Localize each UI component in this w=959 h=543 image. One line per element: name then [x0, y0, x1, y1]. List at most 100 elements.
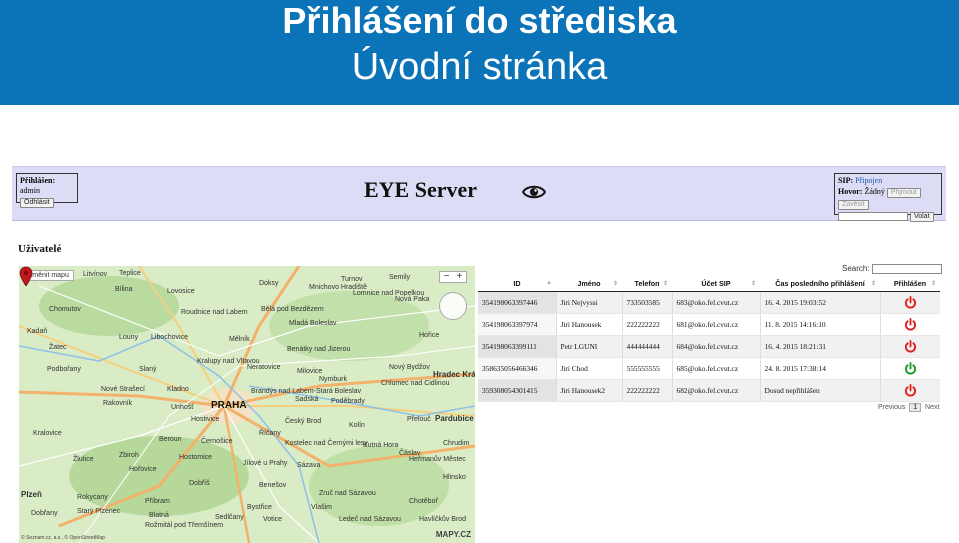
map-label: Dobříš [189, 480, 210, 487]
map-label: Doksy [259, 280, 279, 287]
sort-icon: ⇕ [870, 281, 876, 287]
column-header-label: Účet SIP [701, 279, 731, 289]
column-header-logged-in[interactable]: Přihlášen ⇕ [880, 277, 940, 292]
pager-previous[interactable]: Previous [878, 404, 905, 411]
table-pager: Previous 1 Next [878, 403, 939, 412]
cell-id: 359308054301415 [478, 379, 557, 402]
map-attribution: © Seznam.cz, a.s., © OpenStreetMap [21, 535, 105, 541]
map-label: Bílina [115, 286, 133, 293]
cell-last-login: 11. 8. 2015 14:16:10 [760, 313, 881, 336]
mapy-logo: MAPY.CZ [435, 530, 471, 539]
table-row[interactable]: 354198063397974 Jiri Hanousek 222222222 … [478, 313, 940, 336]
map-roads [19, 266, 475, 543]
map-label: Slaný [139, 366, 157, 373]
map-label: Kutná Hora [363, 442, 399, 449]
cell-name: Petr LGUNI [556, 335, 623, 358]
map-label: Nové Strašecí [101, 386, 145, 393]
table-row[interactable]: 354198063397446 Jiri Nejvyssi 733503585 … [478, 291, 940, 314]
zoom-out-button[interactable]: − [444, 272, 450, 282]
login-label: Přihlášen: [20, 176, 56, 185]
map-label: Starý Plzenec [77, 508, 121, 515]
column-header-last-login[interactable]: Čas posledního přihlášení ⇕ [760, 277, 880, 292]
cell-sip: 683@oko.fel.cvut.cz [672, 291, 761, 314]
server-title: EYE Server [364, 177, 478, 202]
map-label: Žatec [49, 344, 67, 351]
map-label: Kladno [167, 386, 189, 393]
map-label: Mladá Boleslav [289, 320, 337, 327]
call-label: Hovor: [838, 187, 863, 196]
map-label: Chlumec nad Cidlinou [381, 380, 450, 387]
table-header-row: ID ▲ Jméno ⇕ Telefon ⇕ Účet SIP ⇕ Čas posled… [478, 277, 940, 292]
sort-icon: ⇕ [930, 281, 936, 287]
cell-name: Jiri Hanousek [556, 313, 623, 336]
power-on-icon[interactable] [904, 361, 917, 375]
map-label: Heřmanův Městec [409, 456, 466, 463]
map-label: Louny [119, 334, 139, 341]
column-header-id[interactable]: ID ▲ [478, 277, 556, 292]
map-label: Benátky nad Jizerou [287, 346, 351, 353]
map-label: Teplice [119, 270, 141, 277]
pager-next[interactable]: Next [925, 404, 939, 411]
dial-button[interactable]: Volat [910, 212, 934, 222]
sort-icon: ⇕ [612, 281, 618, 287]
dial-input[interactable] [838, 211, 908, 221]
map-label: Hostomice [179, 454, 213, 461]
cell-last-login: 24. 8. 2015 17:38:14 [760, 357, 881, 380]
map-label: Podbořany [47, 366, 81, 373]
cell-id: 354198063397974 [478, 313, 557, 336]
cell-name: Jiri Nejvyssi [556, 291, 623, 314]
search-label: Search: [842, 264, 870, 274]
column-header-label: Přihlášen [893, 279, 927, 289]
map-label: Beroun [159, 436, 182, 443]
map-label: Chomutov [49, 306, 81, 313]
cell-phone: 444444444 [622, 335, 673, 358]
power-off-icon[interactable] [904, 295, 917, 309]
map-label: Semily [389, 274, 411, 281]
cell-sip: 685@oko.fel.cvut.cz [672, 357, 761, 380]
users-map[interactable]: Změnit mapu − + Litvínov Teplice Turnov … [19, 266, 475, 543]
map-label: Kolín [349, 422, 365, 429]
map-label: Kadaň [27, 328, 48, 335]
hangup-button[interactable]: Zavěsit [838, 200, 869, 210]
users-table: ID ▲ Jméno ⇕ Telefon ⇕ Účet SIP ⇕ Čas posled… [478, 277, 940, 402]
cell-status [880, 291, 940, 314]
accept-call-button[interactable]: Přijmout [886, 188, 921, 198]
pan-control[interactable] [439, 292, 467, 320]
column-header-name[interactable]: Jméno ⇕ [556, 277, 622, 292]
login-panel: Přihlášen: admin Odhlásit [16, 173, 78, 208]
column-header-label: Jméno [577, 279, 601, 289]
cell-phone: 555555555 [622, 357, 673, 380]
column-header-sip[interactable]: Účet SIP ⇕ [672, 277, 760, 292]
map-label: Český Brod [285, 418, 322, 425]
location-pin-icon[interactable] [19, 266, 33, 286]
zoom-in-button[interactable]: + [457, 272, 463, 282]
cell-last-login: Dosud nepřihlášen [760, 379, 881, 402]
sip-label: SIP: [838, 176, 854, 185]
table-row[interactable]: 358635056466346 Jiri Chod 555555555 685@… [478, 357, 940, 380]
slide-subtitle: Úvodní stránka [351, 46, 608, 88]
cell-status [880, 313, 940, 336]
power-off-icon[interactable] [904, 383, 917, 397]
table-row[interactable]: 354198063399111 Petr LGUNI 444444444 684… [478, 335, 940, 358]
pager-page[interactable]: 1 [909, 403, 922, 412]
cell-status [880, 357, 940, 380]
column-header-phone[interactable]: Telefon ⇕ [622, 277, 672, 292]
map-label: Votice [263, 516, 283, 523]
map-label: Neratovice [247, 364, 281, 371]
cell-phone: 222222222 [622, 313, 673, 336]
map-label: Pardubice [435, 414, 474, 423]
top-toolbar: Přihlášen: admin Odhlásit EYE Server SIP… [12, 166, 946, 222]
table-row[interactable]: 359308054301415 Jiri Hanousek2 222222222… [478, 379, 940, 402]
eye-icon [522, 185, 546, 199]
map-label: Jílové u Prahy [243, 460, 288, 467]
cell-sip: 684@oko.fel.cvut.cz [672, 335, 761, 358]
cell-sip: 682@oko.fel.cvut.cz [672, 379, 761, 402]
login-user: admin [20, 186, 40, 195]
map-label: Hlinsko [443, 474, 466, 481]
search-input[interactable] [871, 264, 942, 274]
logout-button[interactable]: Odhlásit [20, 198, 54, 208]
map-label: Havlíčkův Brod [419, 516, 467, 523]
map-label: Hradec Král [433, 370, 475, 379]
power-off-icon[interactable] [904, 317, 917, 331]
power-off-icon[interactable] [904, 339, 917, 353]
